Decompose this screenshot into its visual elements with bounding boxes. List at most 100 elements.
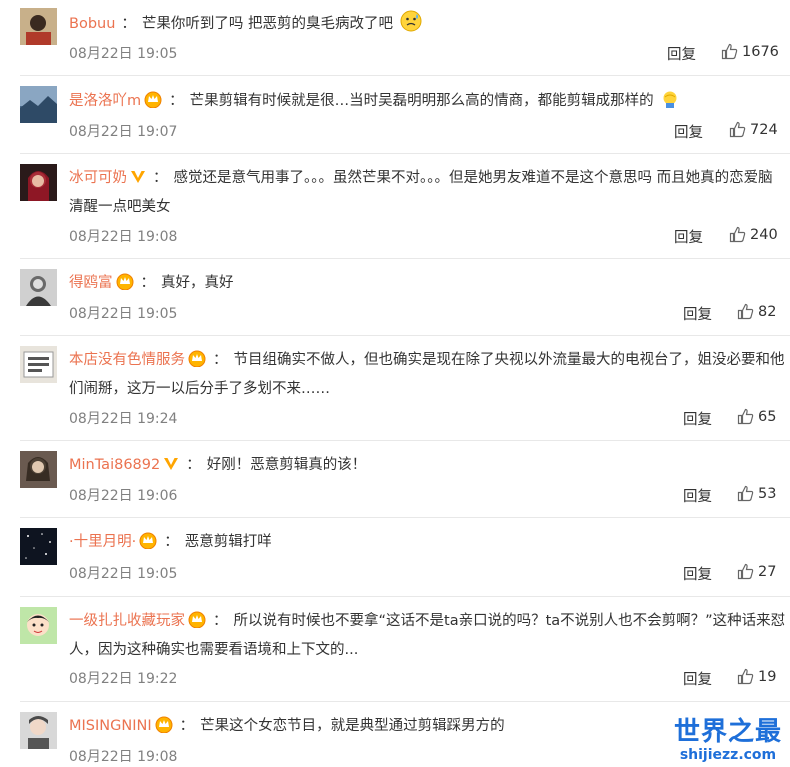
comment-text: 感觉还是意气用事了。。。虽然芒果不对。。。但是她男友难道不是这个意思吗 而且她真… (69, 170, 773, 215)
like-count: 240 (750, 226, 778, 243)
comment-time: 08月22日 19:08 (69, 749, 178, 765)
colon: ： (213, 352, 228, 368)
comment-text-block: ·十里月明· ： 恶意剪辑打咩 (69, 529, 787, 558)
colon: ： (164, 534, 179, 550)
divider (20, 440, 790, 441)
reply-button[interactable]: 回复 (683, 303, 712, 324)
divider (20, 335, 790, 336)
avatar[interactable] (20, 269, 57, 306)
divider (20, 75, 790, 76)
sweat-emoji-icon (400, 10, 422, 41)
watermark-url: shijiezz.com (679, 747, 777, 763)
verified-v-icon (129, 168, 147, 194)
comment-time: 08月22日 19:05 (69, 46, 178, 62)
comment-text-block: Bobuu ： 芒果你听到了吗 把恶剪的臭毛病改了吧 (69, 10, 787, 41)
crown-badge-icon (143, 90, 163, 117)
comment-time: 08月22日 19:05 (69, 566, 178, 582)
reply-button[interactable]: 回复 (674, 226, 703, 247)
avatar[interactable] (20, 8, 57, 45)
like-button[interactable]: 724 (729, 121, 778, 138)
like-button[interactable]: 19 (737, 668, 776, 685)
like-button[interactable]: 65 (737, 408, 776, 425)
username-link[interactable]: 得鸥富 (69, 275, 113, 291)
thumbs-up-icon (729, 226, 746, 243)
comment-text-block: MinTai86892 ： 好刚！恶意剪辑真的该！ (69, 452, 787, 481)
like-count: 19 (758, 668, 777, 685)
avatar[interactable] (20, 528, 57, 565)
username-link[interactable]: MISINGNINI (69, 718, 152, 734)
comment-text-block: 是洛洛吖m ： 芒果剪辑有时候就是很…当时吴磊明明那么高的情商，都能剪辑成那样的 (69, 88, 787, 118)
divider (20, 258, 790, 259)
comment-text: 好刚！恶意剪辑真的该！ (206, 457, 367, 473)
avatar[interactable] (20, 607, 57, 644)
thumbs-up-icon (737, 563, 754, 580)
comment-text: 芒果你听到了吗 把恶剪的臭毛病改了吧 (141, 16, 394, 32)
like-button[interactable]: 53 (737, 485, 776, 502)
crown-badge-icon (187, 349, 207, 376)
comment-text-block: 得鸥富 ： 真好，真好 (69, 270, 787, 299)
comment-text: 真好，真好 (161, 275, 234, 291)
comment-time: 08月22日 19:05 (69, 306, 178, 322)
avatar[interactable] (20, 164, 57, 201)
thumbs-up-icon (737, 408, 754, 425)
colon: ： (169, 93, 184, 109)
divider (20, 517, 790, 518)
site-watermark: 世界之最 shijiezz.com (674, 717, 782, 763)
like-count: 1676 (742, 43, 779, 60)
username-link[interactable]: 一级扎扎收藏玩家 (69, 613, 185, 629)
crown-badge-icon (115, 272, 135, 299)
comment-text: 恶意剪辑打咩 (184, 534, 272, 550)
reply-button[interactable]: 回复 (683, 408, 712, 429)
crown-badge-icon (138, 531, 158, 558)
colon: ： (153, 170, 168, 186)
facepalm-emoji-icon (660, 89, 680, 118)
comment-time: 08月22日 19:24 (69, 411, 178, 427)
like-count: 82 (758, 303, 777, 320)
like-button[interactable]: 240 (729, 226, 778, 243)
divider (20, 153, 790, 154)
comment-text: 芒果剪辑有时候就是很…当时吴磊明明那么高的情商，都能剪辑成那样的 (189, 93, 654, 109)
comment-time: 08月22日 19:06 (69, 488, 178, 504)
watermark-title: 世界之最 (673, 717, 782, 747)
comment-text-block: 一级扎扎收藏玩家：所以说有时候也不要拿“这话不是ta亲口说的吗？ta不说别人也不… (69, 608, 787, 663)
like-button[interactable]: 1676 (721, 43, 779, 60)
avatar[interactable] (20, 712, 57, 749)
thumbs-up-icon (721, 43, 738, 60)
reply-button[interactable]: 回复 (683, 563, 712, 584)
username-link[interactable]: Bobuu (69, 16, 115, 32)
comment-time: 08月22日 19:07 (69, 124, 178, 140)
username-link[interactable]: ·十里月明· (69, 534, 136, 550)
comment-text-block: 本店没有色情服务：节目组确实不做人，但也确实是现在除了央视以外流量最大的电视台了… (69, 347, 787, 402)
colon: ： (140, 275, 156, 291)
username-link[interactable]: 是洛洛吖m (69, 93, 141, 109)
colon: ： (213, 613, 228, 629)
avatar[interactable] (20, 346, 57, 383)
avatar[interactable] (20, 86, 57, 123)
colon: ： (186, 457, 201, 473)
like-count: 53 (758, 485, 777, 502)
username-link[interactable]: 本店没有色情服务 (69, 352, 185, 368)
comment-time: 08月22日 19:22 (69, 671, 178, 687)
thumbs-up-icon (737, 485, 754, 502)
username-link[interactable]: MinTai86892 (69, 457, 160, 473)
crown-badge-icon (187, 610, 207, 637)
colon: ： (121, 16, 136, 32)
reply-button[interactable]: 回复 (667, 43, 696, 64)
thumbs-up-icon (737, 668, 754, 685)
avatar[interactable] (20, 451, 57, 488)
divider (20, 596, 790, 597)
reply-button[interactable]: 回复 (683, 485, 712, 506)
thumbs-up-icon (729, 121, 746, 138)
username-link[interactable]: 冰可可奶 (69, 170, 127, 186)
colon: ： (179, 718, 195, 734)
like-button[interactable]: 82 (737, 303, 776, 320)
verified-v-icon (162, 455, 180, 481)
reply-button[interactable]: 回复 (683, 668, 712, 689)
like-count: 65 (758, 408, 777, 425)
reply-button[interactable]: 回复 (674, 121, 703, 142)
comment-time: 08月22日 19:08 (69, 229, 178, 245)
divider (20, 701, 790, 702)
like-count: 27 (758, 563, 777, 580)
like-button[interactable]: 27 (737, 563, 776, 580)
like-count: 724 (750, 121, 778, 138)
